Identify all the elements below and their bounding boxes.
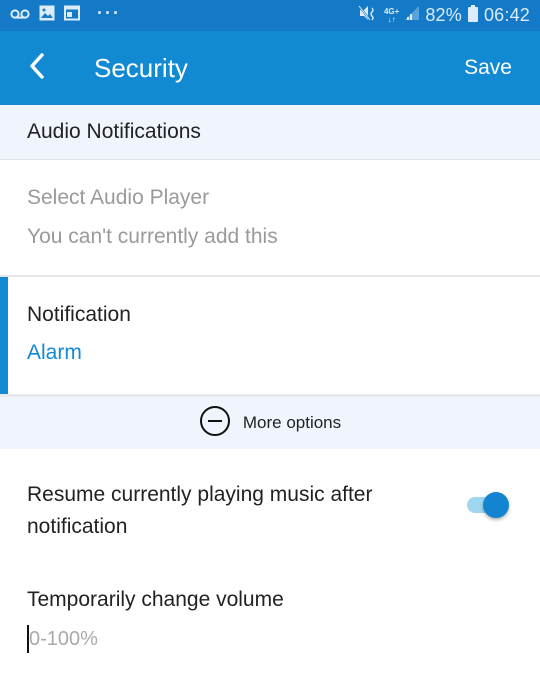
4g-icon: 4G+ ↓↑ [383, 6, 400, 24]
status-bar: ··· 4G+ ↓↑ 82% 06:42 [0, 0, 540, 31]
battery-percent: 82% [425, 5, 462, 25]
more-options-label: More options [242, 413, 342, 432]
voicemail-icon [10, 7, 30, 25]
volume-input[interactable] [27, 625, 327, 653]
resume-music-row: Resume currently playing music after not… [0, 449, 540, 569]
signal-icon [405, 6, 420, 25]
notification-value: Alarm [27, 341, 82, 364]
network-type: 4G+ [383, 6, 400, 16]
notification-row[interactable]: Notification Alarm [0, 277, 540, 394]
minus-circle-icon [199, 405, 231, 442]
toggle-thumb [483, 492, 509, 518]
status-right-icons: 4G+ ↓↑ 82% 06:42 [358, 4, 530, 27]
calendar-icon [64, 5, 80, 26]
notification-label: Notification [27, 303, 131, 326]
volume-label: Temporarily change volume [27, 588, 284, 611]
clock: 06:42 [483, 5, 530, 25]
volume-row: Temporarily change volume [0, 569, 540, 700]
section-header-audio-notifications: Audio Notifications [0, 105, 540, 160]
back-button[interactable] [0, 31, 70, 105]
resume-music-toggle[interactable] [467, 492, 509, 518]
select-audio-player-row: Select Audio Player You can't currently … [0, 160, 540, 277]
vibrate-mute-icon [358, 5, 378, 26]
more-options-button[interactable]: More options [0, 394, 540, 449]
page-title: Security [94, 52, 188, 83]
battery-icon [467, 4, 478, 27]
select-audio-player-subtext: You can't currently add this [27, 225, 278, 248]
app-bar: Security Save [0, 31, 540, 105]
status-left-icons: ··· [10, 2, 121, 26]
resume-music-label: Resume currently playing music after not… [27, 483, 373, 538]
more-dots-icon: ··· [97, 2, 121, 23]
select-audio-player-label: Select Audio Player [27, 186, 210, 209]
chevron-left-icon [29, 52, 45, 84]
image-icon [39, 5, 55, 26]
save-button[interactable]: Save [464, 56, 512, 80]
